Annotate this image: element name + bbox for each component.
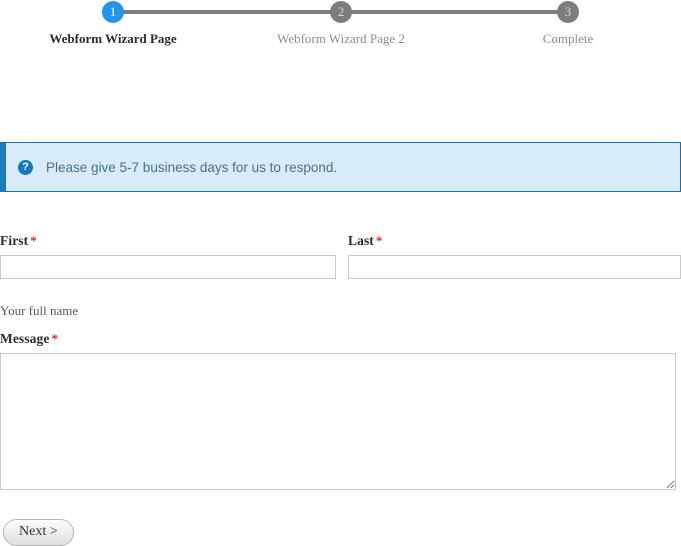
step-2-label: Webform Wizard Page 2	[277, 31, 405, 46]
last-name-input[interactable]	[348, 255, 681, 279]
message-label-text: Message	[0, 331, 50, 346]
step-1-label: Webform Wizard Page	[49, 31, 177, 46]
step-3-label: Complete	[542, 31, 594, 46]
form-actions: Next >	[0, 519, 74, 546]
first-name-input[interactable]	[0, 255, 336, 279]
step-2-number-badge[interactable]: 2	[330, 1, 352, 23]
step-3-number-badge[interactable]: 3	[557, 1, 579, 23]
next-button[interactable]: Next >	[3, 519, 74, 546]
question-mark-circle-icon: ?	[18, 159, 33, 175]
first-name-label: First *	[0, 233, 336, 249]
wizard-step-1[interactable]: 1 Webform Wizard Page	[33, 0, 193, 47]
first-name-required-marker: *	[30, 233, 37, 248]
message-textarea[interactable]	[0, 353, 676, 490]
name-help-text: Your full name	[0, 303, 79, 318]
first-name-label-text: First	[0, 233, 29, 248]
last-name-required-marker: *	[375, 233, 383, 248]
wizard-progress-tracker: 1 Webform Wizard Page 2 Webform Wizard P…	[0, 0, 681, 56]
last-name-label-text: Last	[348, 233, 374, 248]
message-region: ? Please give 5-7 business days for us t…	[0, 142, 681, 192]
info-message-text: Please give 5-7 business days for us to …	[46, 159, 338, 175]
last-name-field-wrapper: Last *	[348, 233, 681, 279]
last-name-label: Last *	[348, 233, 681, 249]
message-field-wrapper: Message *	[0, 331, 681, 490]
message-label: Message *	[0, 331, 681, 347]
info-message: ? Please give 5-7 business days for us t…	[0, 142, 681, 192]
wizard-step-2[interactable]: 2 Webform Wizard Page 2	[261, 0, 421, 47]
first-name-field-wrapper: First *	[0, 233, 336, 279]
wizard-step-3[interactable]: 3 Complete	[488, 0, 648, 47]
step-1-number-badge[interactable]: 1	[102, 1, 124, 23]
message-required-marker: *	[51, 331, 59, 346]
